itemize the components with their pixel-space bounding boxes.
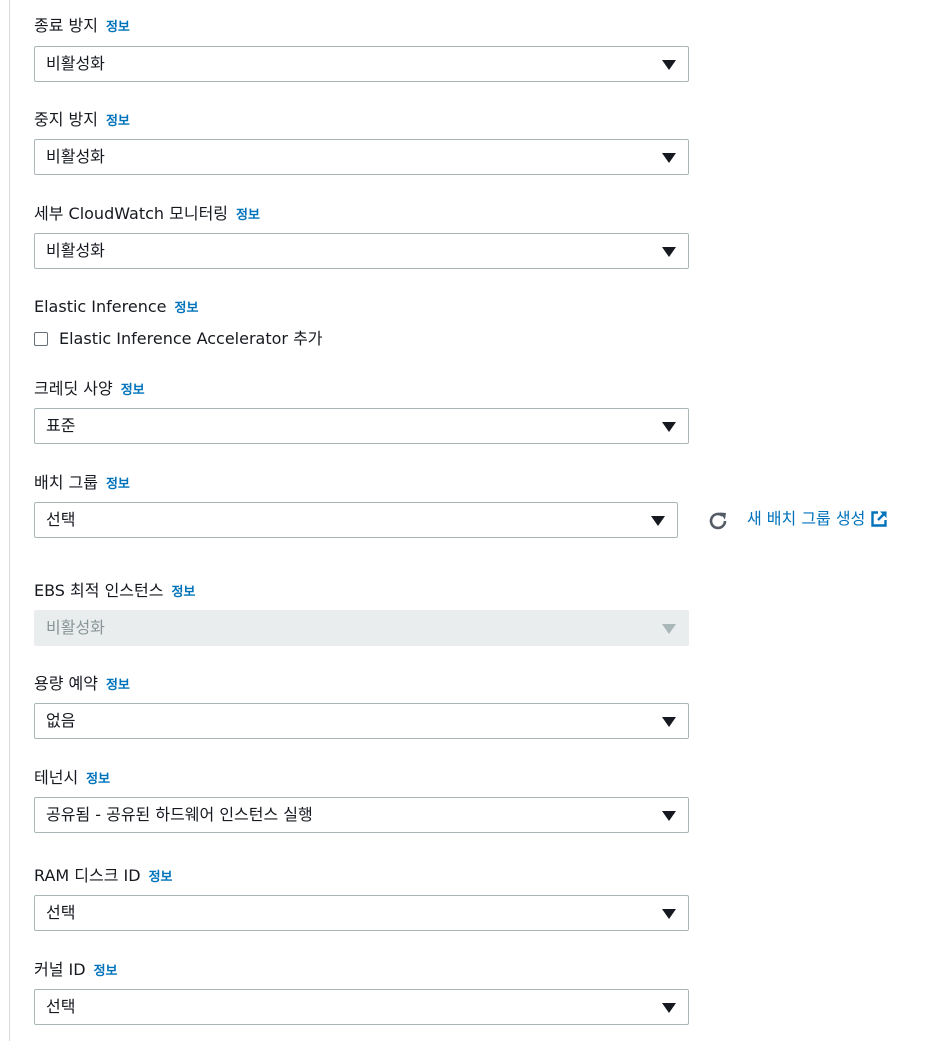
stop-protection-info-link[interactable]: 정보 — [106, 114, 130, 129]
kernel-id-label: 커널 ID 정보 — [34, 960, 118, 982]
ebs-optimized-info-link[interactable]: 정보 — [171, 585, 195, 600]
kernel-id-label-text: 커널 ID — [34, 960, 86, 979]
caret-down-icon — [662, 153, 676, 163]
capacity-reservation-info-link[interactable]: 정보 — [106, 678, 130, 693]
credit-specification-info-link[interactable]: 정보 — [121, 383, 145, 398]
tenancy-label: 테넌시 정보 — [34, 768, 110, 790]
ebs-optimized-label-text: EBS 최적 인스턴스 — [34, 581, 164, 600]
panel-left-border — [9, 0, 10, 1041]
kernel-id-value: 선택 — [46, 997, 76, 1016]
capacity-reservation-label: 용량 예약 정보 — [34, 674, 130, 696]
elastic-inference-label-text: Elastic Inference — [34, 297, 167, 316]
detailed-monitoring-label-text: 세부 CloudWatch 모니터링 — [34, 204, 229, 223]
credit-specification-value: 표준 — [46, 416, 76, 435]
termination-protection-select[interactable]: 비활성화 — [34, 46, 689, 82]
placement-group-label-text: 배치 그룹 — [34, 473, 98, 492]
capacity-reservation-label-text: 용량 예약 — [34, 674, 98, 693]
placement-group-info-link[interactable]: 정보 — [106, 477, 130, 492]
ebs-optimized-label: EBS 최적 인스턴스 정보 — [34, 581, 195, 603]
tenancy-select[interactable]: 공유됨 - 공유된 하드웨어 인스턴스 실행 — [34, 797, 689, 833]
tenancy-value: 공유됨 - 공유된 하드웨어 인스턴스 실행 — [46, 805, 313, 824]
kernel-id-select[interactable]: 선택 — [34, 989, 689, 1025]
stop-protection-label-text: 중지 방지 — [34, 110, 98, 129]
tenancy-info-link[interactable]: 정보 — [86, 772, 110, 787]
stop-protection-value: 비활성화 — [46, 147, 105, 166]
ramdisk-id-select[interactable]: 선택 — [34, 895, 689, 931]
stop-protection-select[interactable]: 비활성화 — [34, 139, 689, 175]
caret-down-icon — [662, 909, 676, 919]
detailed-monitoring-select[interactable]: 비활성화 — [34, 233, 689, 269]
ramdisk-id-info-link[interactable]: 정보 — [149, 870, 173, 885]
ebs-optimized-value: 비활성화 — [46, 618, 105, 637]
caret-down-icon — [662, 247, 676, 257]
placement-group-select[interactable]: 선택 — [34, 502, 678, 538]
caret-down-icon — [662, 1003, 676, 1013]
caret-down-icon — [651, 516, 665, 526]
capacity-reservation-value: 없음 — [46, 711, 76, 730]
credit-specification-select[interactable]: 표준 — [34, 408, 689, 444]
stop-protection-label: 중지 방지 정보 — [34, 110, 130, 132]
elastic-inference-label: Elastic Inference 정보 — [34, 297, 198, 319]
termination-protection-info-link[interactable]: 정보 — [106, 20, 130, 35]
advanced-details-panel: 종료 방지 정보 비활성화 중지 방지 정보 비활성화 세부 CloudWatch … — [0, 0, 943, 1041]
capacity-reservation-select[interactable]: 없음 — [34, 703, 689, 739]
ramdisk-id-label: RAM 디스크 ID 정보 — [34, 866, 173, 888]
credit-specification-label: 크레딧 사양 정보 — [34, 379, 145, 401]
create-placement-group-link[interactable]: 새 배치 그룹 생성 — [747, 509, 888, 529]
ramdisk-id-label-text: RAM 디스크 ID — [34, 866, 141, 885]
placement-group-label: 배치 그룹 정보 — [34, 473, 130, 495]
elastic-inference-info-link[interactable]: 정보 — [174, 301, 198, 316]
tenancy-label-text: 테넌시 — [34, 768, 79, 787]
ramdisk-id-value: 선택 — [46, 903, 76, 922]
credit-specification-label-text: 크레딧 사양 — [34, 379, 113, 398]
caret-down-icon — [662, 60, 676, 70]
caret-down-icon — [662, 624, 676, 634]
detailed-monitoring-info-link[interactable]: 정보 — [236, 208, 260, 223]
caret-down-icon — [662, 811, 676, 821]
kernel-id-info-link[interactable]: 정보 — [94, 964, 118, 979]
termination-protection-label-text: 종료 방지 — [34, 16, 98, 35]
external-link-icon — [871, 511, 888, 527]
termination-protection-value: 비활성화 — [46, 54, 105, 73]
detailed-monitoring-label: 세부 CloudWatch 모니터링 정보 — [34, 204, 260, 226]
detailed-monitoring-value: 비활성화 — [46, 241, 105, 260]
ebs-optimized-select: 비활성화 — [34, 610, 689, 646]
elastic-inference-checkbox-label[interactable]: Elastic Inference Accelerator 추가 — [59, 329, 323, 349]
elastic-inference-checkbox[interactable] — [34, 332, 48, 346]
placement-group-value: 선택 — [46, 510, 76, 529]
termination-protection-label: 종료 방지 정보 — [34, 16, 130, 38]
caret-down-icon — [662, 717, 676, 727]
create-placement-group-link-text[interactable]: 새 배치 그룹 생성 — [747, 509, 865, 529]
elastic-inference-checkbox-row[interactable]: Elastic Inference Accelerator 추가 — [34, 329, 323, 349]
refresh-icon[interactable] — [706, 509, 730, 533]
caret-down-icon — [662, 422, 676, 432]
